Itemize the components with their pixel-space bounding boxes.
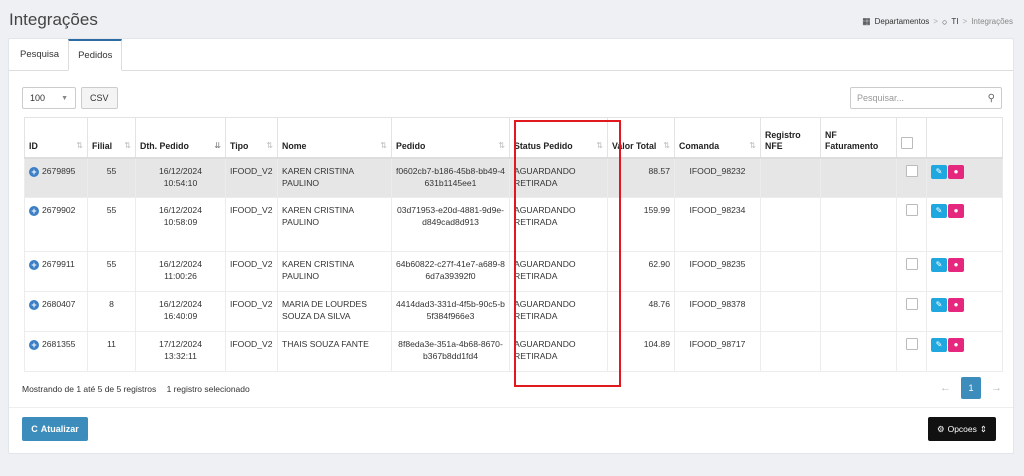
sort-icon: ⇅ — [596, 140, 603, 150]
caret-down-icon: ▼ — [61, 94, 68, 102]
table-row[interactable]: +2679895 55 16/12/2024 10:54:10 IFOOD_V2 … — [24, 157, 1003, 198]
expand-row-icon[interactable]: + — [29, 260, 39, 270]
circle-icon: ○ — [941, 16, 948, 27]
breadcrumb-integracoes: Integrações — [971, 17, 1013, 26]
breadcrumb-separator: > — [933, 17, 938, 26]
edit-icon[interactable]: ✎ — [931, 298, 947, 312]
search-box[interactable]: Pesquisar... ⚲ — [850, 87, 1002, 109]
page-size-value: 100 — [30, 93, 46, 103]
col-id[interactable]: ID ⇅ — [24, 117, 88, 159]
col-filial[interactable]: Filial ⇅ — [87, 117, 136, 159]
tab-pedidos[interactable]: Pedidos — [68, 39, 123, 71]
breadcrumb: ▦ Departamentos > ○ TI > Integrações — [862, 16, 1013, 27]
sort-icon: ⇅ — [266, 140, 273, 150]
sort-icon: ⇅ — [663, 140, 670, 150]
table-row[interactable]: +2679911 55 16/12/2024 11:00:26 IFOOD_V2 … — [24, 251, 1003, 292]
comment-icon[interactable]: ● — [948, 298, 964, 312]
table-row[interactable]: +2679902 55 16/12/2024 10:58:09 IFOOD_V2 … — [24, 197, 1003, 252]
gear-icon: ⚙ — [936, 423, 945, 434]
atualizar-button[interactable]: C Atualizar — [22, 417, 88, 441]
table-row[interactable]: +2680407 8 16/12/2024 16:40:09 IFOOD_V2 M… — [24, 291, 1003, 332]
col-actions — [926, 117, 1003, 159]
row-checkbox[interactable] — [905, 204, 918, 216]
sort-caret-icon: ⇕ — [979, 423, 988, 434]
main-card: Pesquisa Pedidos 100 ▼ CSV Pesquisar... … — [8, 38, 1014, 454]
col-select-all — [896, 117, 927, 159]
expand-row-icon[interactable]: + — [29, 340, 39, 350]
expand-row-icon[interactable]: + — [29, 166, 39, 177]
table-row[interactable]: +2681355 11 17/12/2024 13:32:11 IFOOD_V2 … — [24, 331, 1003, 372]
edit-icon[interactable]: ✎ — [931, 204, 947, 218]
orders-table: ID ⇅ Filial ⇅ Dth. Pedido ⇊ Tipo ⇅ Nome ⇅ Ped… — [24, 117, 1003, 372]
comment-icon[interactable]: ● — [948, 204, 964, 218]
select-all-checkbox[interactable] — [901, 136, 913, 149]
next-page-icon[interactable]: → — [991, 382, 1002, 394]
table-info: Mostrando de 1 até 5 de 5 registros 1 re… — [22, 384, 258, 394]
col-tipo[interactable]: Tipo ⇅ — [225, 117, 278, 159]
table-toolbar: 100 ▼ CSV — [22, 87, 118, 109]
search-input[interactable]: Pesquisar... — [857, 93, 904, 103]
col-valor-total[interactable]: Valor Total ⇅ — [607, 117, 675, 159]
col-pedido[interactable]: Pedido ⇅ — [391, 117, 510, 159]
divider — [9, 407, 1013, 408]
col-nf-faturamento[interactable]: NF Faturamento — [820, 117, 897, 159]
sort-icon: ⇅ — [749, 140, 756, 150]
page-size-select[interactable]: 100 ▼ — [22, 87, 76, 109]
edit-icon[interactable]: ✎ — [931, 338, 947, 352]
edit-icon[interactable]: ✎ — [931, 164, 947, 179]
breadcrumb-separator: > — [962, 17, 968, 26]
page-1-button[interactable]: 1 — [961, 377, 981, 399]
row-checkbox[interactable] — [905, 338, 918, 350]
sort-icon: ⇅ — [76, 140, 83, 150]
refresh-icon: C — [31, 424, 38, 434]
breadcrumb-departamentos[interactable]: Departamentos — [875, 17, 930, 26]
csv-button[interactable]: CSV — [81, 87, 118, 109]
grid-icon: ▦ — [862, 16, 871, 26]
sort-icon: ⇅ — [124, 140, 131, 150]
comment-icon[interactable]: ● — [948, 258, 964, 272]
opcoes-button[interactable]: ⚙ Opcoes ⇕ — [928, 417, 996, 441]
row-checkbox[interactable] — [905, 164, 918, 177]
breadcrumb-ti[interactable]: TI — [951, 17, 958, 26]
sort-icon: ⇅ — [380, 140, 387, 150]
pagination: ← 1 → — [940, 377, 1002, 399]
expand-row-icon[interactable]: + — [29, 300, 39, 310]
comment-icon[interactable]: ● — [948, 164, 964, 179]
selected-info: 1 registro selecionado — [166, 384, 250, 394]
tab-pesquisa[interactable]: Pesquisa — [11, 39, 68, 70]
col-comanda[interactable]: Comanda ⇅ — [674, 117, 761, 159]
search-icon: ⚲ — [987, 92, 995, 104]
tab-bar: Pesquisa Pedidos — [9, 39, 1013, 71]
page-title: Integrações — [9, 10, 98, 29]
edit-icon[interactable]: ✎ — [931, 258, 947, 272]
expand-row-icon[interactable]: + — [29, 206, 39, 216]
sort-icon: ⇅ — [498, 140, 505, 150]
col-status-pedido[interactable]: Status Pedido ⇅ — [509, 117, 608, 159]
comment-icon[interactable]: ● — [948, 338, 964, 352]
col-dth-pedido[interactable]: Dth. Pedido ⇊ — [135, 117, 226, 159]
records-info: Mostrando de 1 até 5 de 5 registros — [22, 384, 157, 394]
col-nome[interactable]: Nome ⇅ — [277, 117, 392, 159]
row-checkbox[interactable] — [905, 258, 918, 270]
row-checkbox[interactable] — [905, 298, 918, 310]
sort-desc-icon: ⇊ — [214, 140, 221, 150]
col-registro-nfe[interactable]: Registro NFE — [760, 117, 821, 159]
prev-page-icon[interactable]: ← — [940, 382, 951, 394]
